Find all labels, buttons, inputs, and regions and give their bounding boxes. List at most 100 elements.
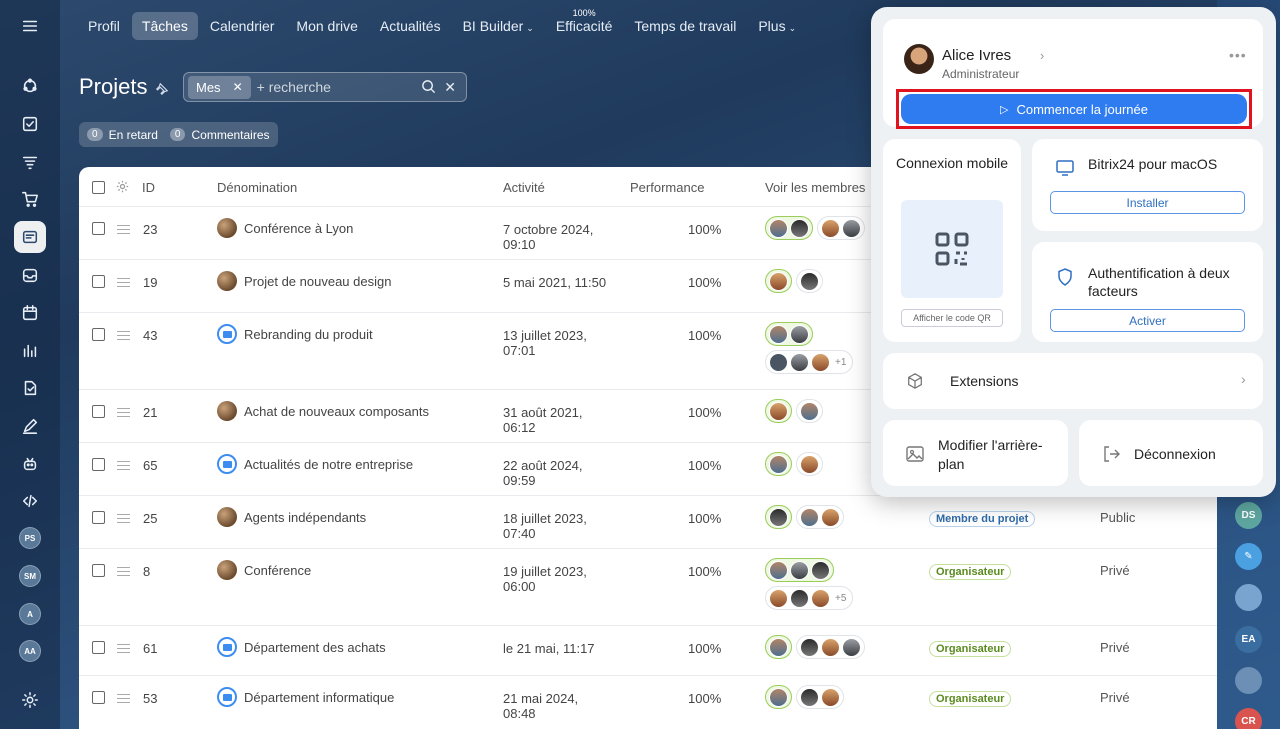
nav-temps-de-travail[interactable]: Temps de travail [624,12,746,40]
row-checkbox[interactable] [92,405,105,418]
project-name[interactable]: Rebranding du produit [244,327,373,342]
more-icon[interactable]: ••• [1229,47,1247,63]
inbox-icon[interactable] [14,259,46,291]
install-button[interactable]: Installer [1050,191,1245,214]
rail-avatar[interactable]: A [19,603,41,625]
nav-actualites[interactable]: Actualités [370,12,451,40]
drag-handle-icon[interactable] [117,331,130,340]
projects-icon[interactable] [14,221,46,253]
members-group[interactable] [765,216,875,240]
project-name[interactable]: Département des achats [244,640,386,655]
table-row[interactable]: 25 Agents indépendants 18 juillet 2023, … [79,496,1217,549]
activity-icon[interactable] [14,70,46,102]
user-name[interactable]: Alice Ivres [942,47,1011,64]
logout-button[interactable]: Déconnexion [1079,420,1263,486]
project-name[interactable]: Conférence [244,563,311,578]
drag-handle-icon[interactable] [117,461,130,470]
project-name[interactable]: Agents indépendants [244,510,366,525]
extensions-row[interactable]: Extensions › [883,353,1263,409]
header-members[interactable]: Voir les membres [765,180,865,195]
drag-handle-icon[interactable] [117,514,130,523]
cart-icon[interactable] [14,183,46,215]
settings-icon[interactable] [14,684,46,716]
change-background-button[interactable]: Modifier l'arrière-plan [883,420,1068,486]
calendar-icon[interactable] [14,297,46,329]
members-group[interactable] [765,269,875,293]
analytics-icon[interactable] [14,334,46,366]
edge-avatar[interactable]: EA [1235,626,1262,653]
nav-mon-drive[interactable]: Mon drive [286,12,367,40]
qr-code-icon[interactable] [901,200,1003,298]
rail-avatar[interactable]: PS [19,527,41,549]
nav-profil[interactable]: Profil [78,12,130,40]
table-row[interactable]: 53 Département informatique 21 mai 2024,… [79,676,1217,729]
header-name[interactable]: Dénomination [217,180,297,195]
rail-avatar[interactable]: SM [19,565,41,587]
code-icon[interactable] [14,485,46,517]
nav-calendrier[interactable]: Calendrier [200,12,285,40]
project-name[interactable]: Achat de nouveaux composants [244,404,429,419]
edge-avatar[interactable]: CR [1235,708,1262,729]
row-checkbox[interactable] [92,641,105,654]
row-checkbox[interactable] [92,275,105,288]
members-group[interactable] [765,399,875,423]
counter-overdue[interactable]: 0 En retard [87,128,158,142]
members-group[interactable] [765,505,875,529]
group-avatar[interactable] [1235,584,1262,611]
show-qr-button[interactable]: Afficher le code QR [901,309,1003,327]
chat-icon[interactable]: ✎ [1235,543,1262,570]
select-all-checkbox[interactable] [92,181,105,194]
members-group[interactable]: +5 [765,558,865,610]
project-name[interactable]: Conférence à Lyon [244,221,353,236]
edge-avatar[interactable]: DS [1235,502,1262,529]
chevron-right-icon[interactable]: › [1040,48,1044,63]
filter-chip-mes[interactable]: Mes ✕ [188,75,251,99]
group-avatar[interactable] [1235,667,1262,694]
members-group[interactable] [765,452,875,476]
drag-handle-icon[interactable] [117,225,130,234]
activate-button[interactable]: Activer [1050,309,1245,332]
nav-taches[interactable]: Tâches [131,12,198,40]
header-activity[interactable]: Activité [503,180,545,195]
drag-handle-icon[interactable] [117,567,130,576]
header-performance[interactable]: Performance [630,180,704,195]
members-group[interactable]: +1 [765,322,865,374]
table-row[interactable]: 61 Département des achats le 21 mai, 11:… [79,626,1217,676]
tasks-icon[interactable] [14,108,46,140]
sign-icon[interactable] [14,410,46,442]
feed-icon[interactable] [14,146,46,178]
search-icon[interactable] [421,79,436,94]
project-name[interactable]: Département informatique [244,690,394,705]
gear-icon[interactable] [116,180,129,193]
clear-icon[interactable]: ✕ [444,79,456,96]
members-more[interactable]: +1 [835,357,846,368]
members-more[interactable]: +5 [835,593,846,604]
search-filter[interactable]: Mes ✕ + recherche ✕ [183,72,467,102]
table-row[interactable]: 8 Conférence 19 juillet 2023, 06:00 100%… [79,549,1217,626]
drag-handle-icon[interactable] [117,408,130,417]
row-checkbox[interactable] [92,328,105,341]
counter-comments[interactable]: 0 Commentaires [169,128,270,142]
drag-handle-icon[interactable] [117,278,130,287]
row-checkbox[interactable] [92,691,105,704]
members-group[interactable] [765,635,875,659]
row-checkbox[interactable] [92,564,105,577]
robot-icon[interactable] [14,448,46,480]
project-name[interactable]: Projet de nouveau design [244,274,391,289]
search-input[interactable]: + recherche [257,79,422,95]
row-checkbox[interactable] [92,458,105,471]
rail-avatar[interactable]: AA [19,640,41,662]
pin-icon[interactable] [155,82,169,96]
start-day-button[interactable]: ▷ Commencer la journée [901,94,1247,124]
document-icon[interactable] [14,372,46,404]
members-group[interactable] [765,685,875,709]
row-checkbox[interactable] [92,511,105,524]
user-avatar[interactable] [904,44,934,74]
project-name[interactable]: Actualités de notre entreprise [244,457,413,472]
nav-bi-builder[interactable]: BI Builder ⌄ [453,12,544,40]
header-id[interactable]: ID [142,180,155,195]
nav-plus[interactable]: Plus ⌄ [748,12,806,40]
close-icon[interactable]: ✕ [233,80,243,94]
nav-efficacite[interactable]: 100% Efficacité [546,8,623,40]
row-checkbox[interactable] [92,222,105,235]
